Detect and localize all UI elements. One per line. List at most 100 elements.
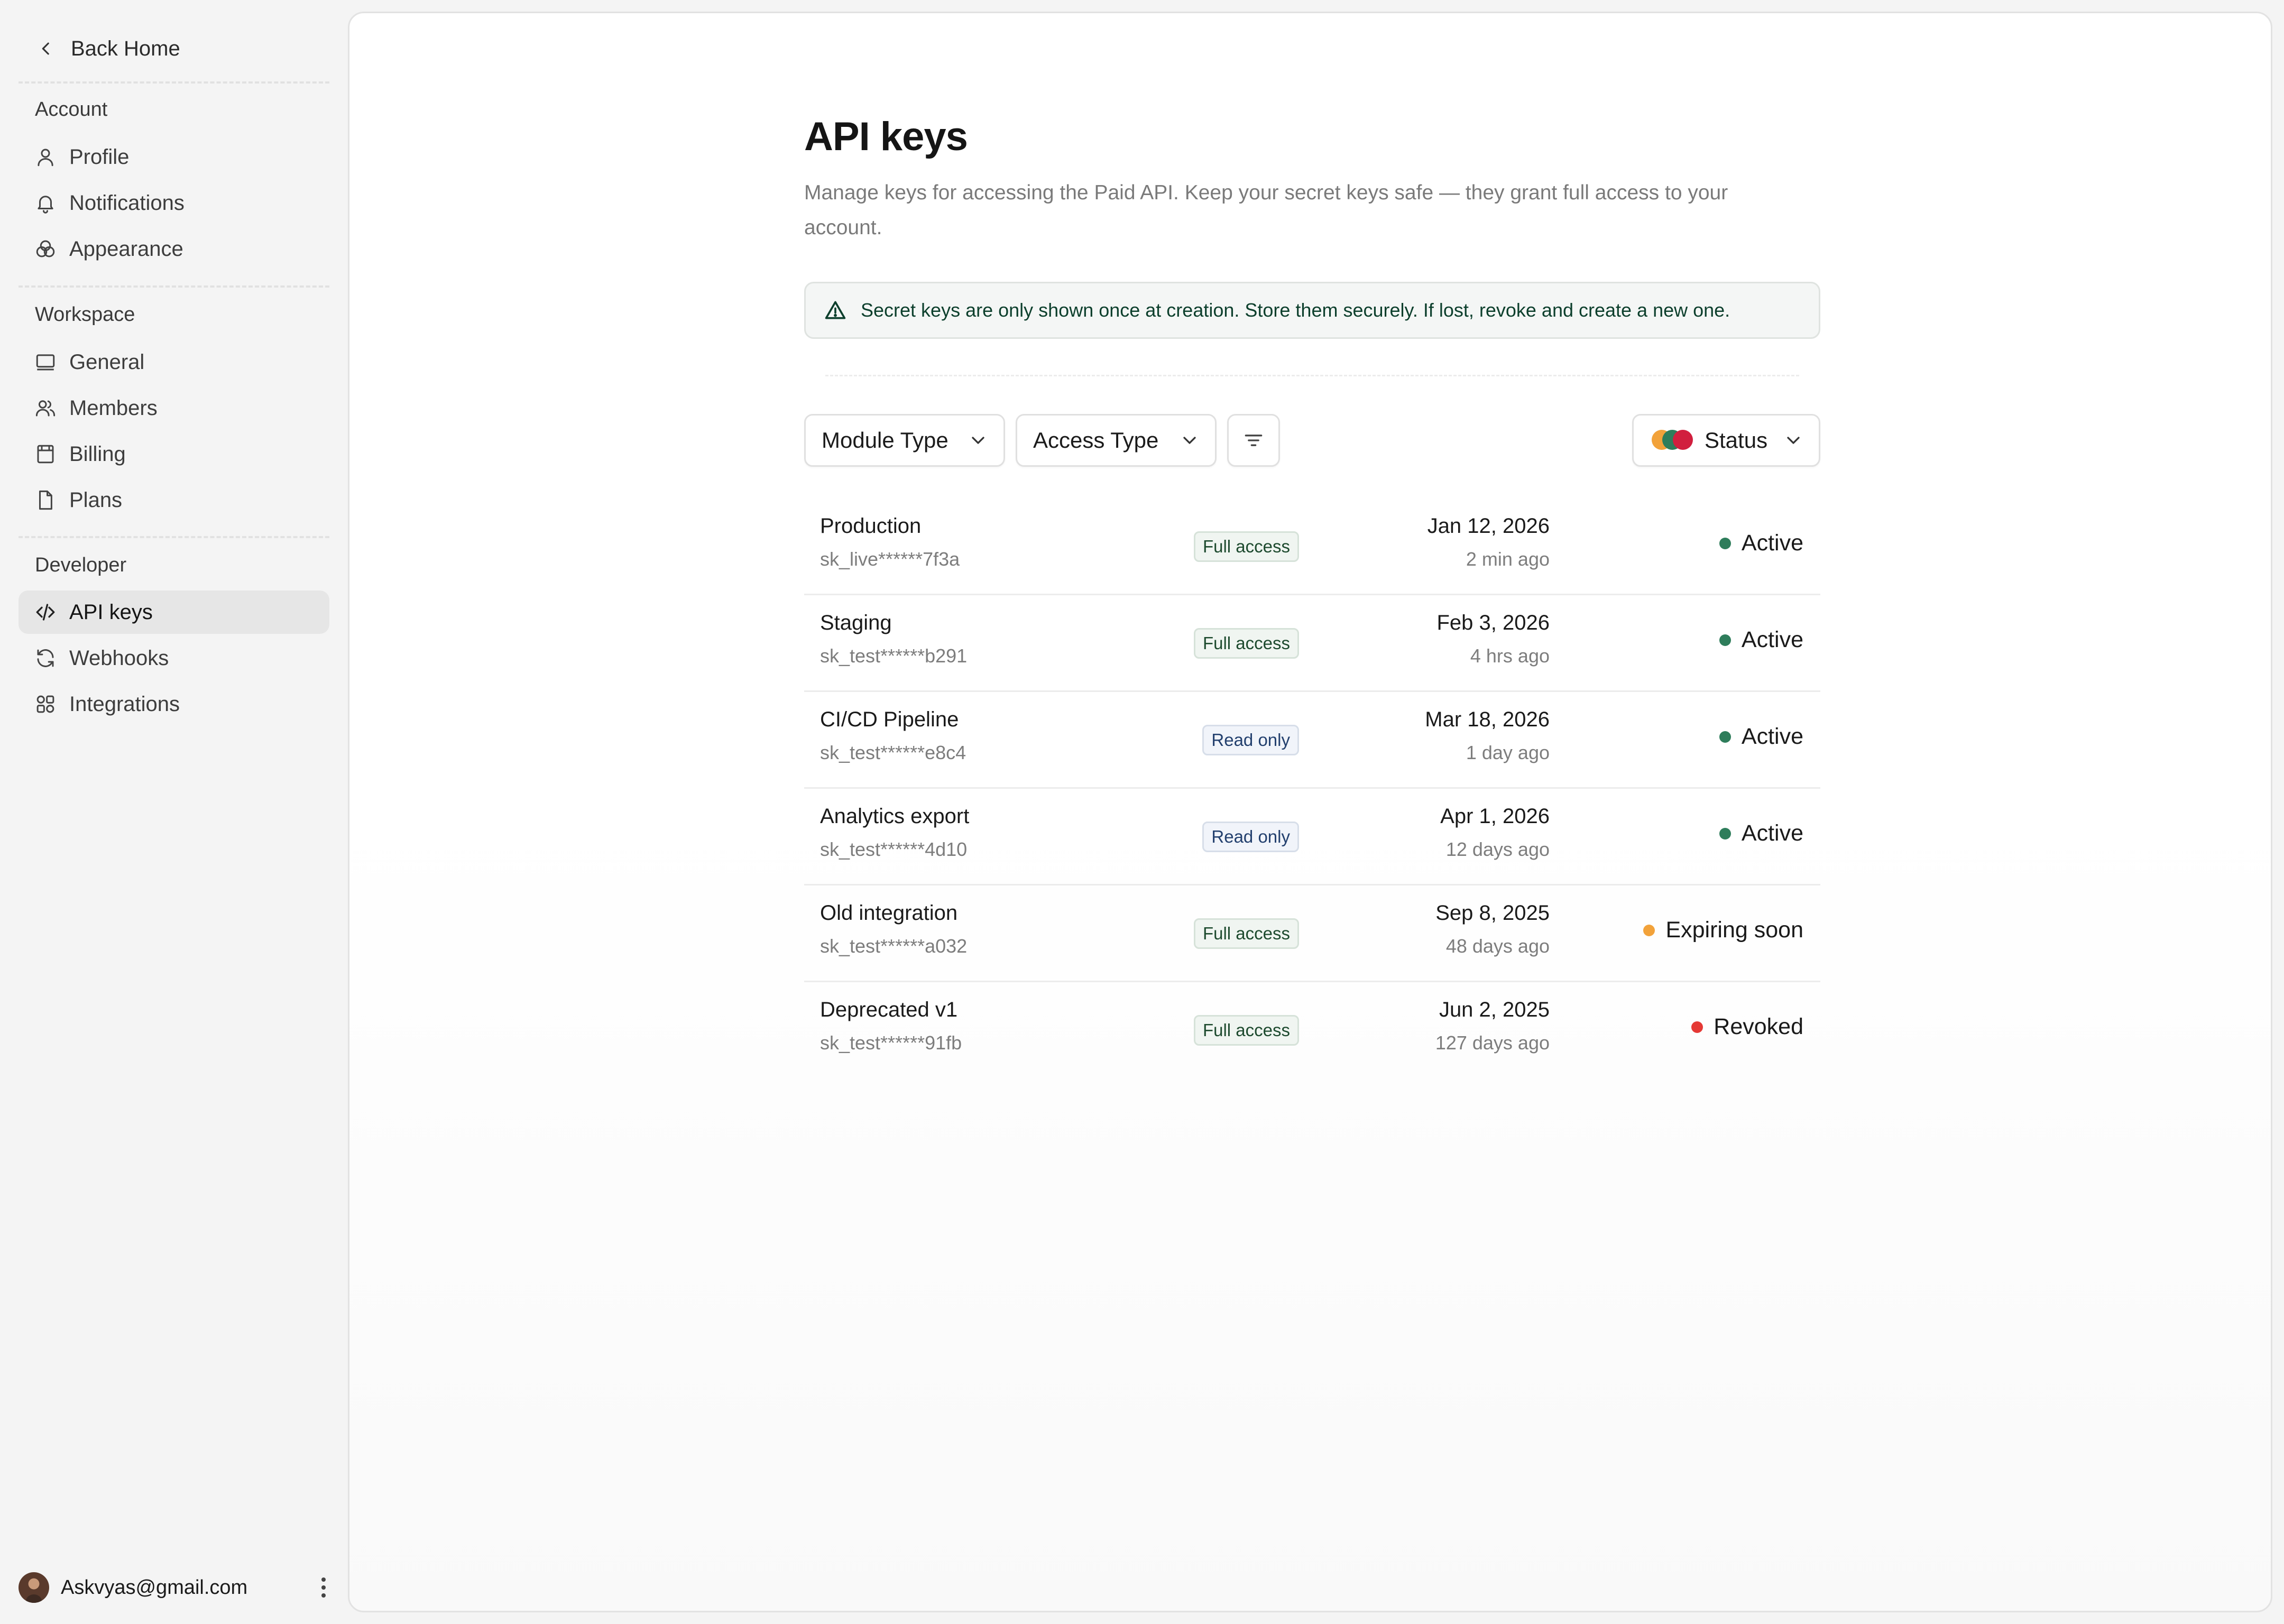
user-email: Askvyas@gmail.com bbox=[61, 1576, 248, 1599]
page-description: Manage keys for accessing the Paid API. … bbox=[804, 181, 1728, 239]
content-divider bbox=[825, 375, 1799, 376]
sidebar-item-label: Billing bbox=[69, 442, 126, 466]
table-row[interactable]: Production sk_live******7f3a Full access… bbox=[804, 499, 1820, 595]
grid-icon bbox=[36, 695, 54, 713]
status-label: Status bbox=[1705, 428, 1768, 453]
access-badge: Full access bbox=[1193, 1015, 1299, 1046]
status-dot-icon bbox=[1719, 537, 1731, 549]
sidebar-item-appearance[interactable]: Appearance bbox=[19, 227, 329, 271]
key-date: Feb 3, 2026 bbox=[1436, 611, 1550, 634]
sidebar-item-label: Notifications bbox=[69, 191, 185, 215]
status-text: Expiring soon bbox=[1665, 917, 1803, 943]
key-value: sk_test******a032 bbox=[820, 935, 968, 957]
status-colors-icon bbox=[1652, 430, 1694, 451]
table-row[interactable]: Old integration sk_test******a032 Full a… bbox=[804, 885, 1820, 982]
status-dot-icon bbox=[1719, 731, 1731, 743]
sidebar-item-profile[interactable]: Profile bbox=[19, 135, 329, 179]
key-last-used: 1 day ago bbox=[1466, 742, 1550, 763]
sidebar-item-integrations[interactable]: Integrations bbox=[19, 682, 329, 726]
sidebar-item-label: Members bbox=[69, 396, 158, 420]
sidebar-item-api-keys[interactable]: API keys bbox=[19, 590, 329, 634]
status-dot-icon bbox=[1719, 634, 1731, 646]
key-name: Old integration bbox=[820, 901, 958, 925]
table-row[interactable]: Staging sk_test******b291 Full access Fe… bbox=[804, 595, 1820, 692]
key-value: sk_live******7f3a bbox=[820, 548, 960, 570]
status-text: Active bbox=[1741, 530, 1803, 556]
sidebar-item-notifications[interactable]: Notifications bbox=[19, 181, 329, 225]
chevron-down-icon bbox=[1183, 437, 1196, 444]
module-type-dropdown[interactable]: Module Type bbox=[804, 414, 1005, 467]
key-value: sk_test******4d10 bbox=[820, 838, 968, 860]
security-alert: Secret keys are only shown once at creat… bbox=[804, 282, 1820, 339]
bell-icon bbox=[38, 196, 53, 214]
access-badge: Read only bbox=[1202, 822, 1299, 852]
sidebar-item-members[interactable]: Members bbox=[19, 386, 329, 430]
refresh-icon bbox=[37, 649, 54, 667]
section-label-workspace: Workspace bbox=[35, 303, 135, 326]
status-indicator: Active bbox=[1719, 627, 1803, 653]
sidebar-item-webhooks[interactable]: Webhooks bbox=[19, 636, 329, 680]
status-text: Revoked bbox=[1714, 1014, 1803, 1039]
module-type-label: Module Type bbox=[822, 428, 948, 453]
more-vertical-icon[interactable] bbox=[314, 1572, 333, 1603]
key-name: Staging bbox=[820, 611, 892, 634]
key-name: CI/CD Pipeline bbox=[820, 708, 959, 731]
sidebar-item-label: General bbox=[69, 350, 145, 374]
avatar[interactable] bbox=[19, 1572, 49, 1603]
status-text: Active bbox=[1741, 627, 1803, 652]
sidebar-divider bbox=[19, 81, 329, 84]
sidebar-item-plans[interactable]: Plans bbox=[19, 478, 329, 522]
key-date: Mar 18, 2026 bbox=[1425, 708, 1550, 731]
sidebar: Back Home Account Profile Notifications … bbox=[0, 0, 348, 1624]
status-dropdown[interactable]: Status bbox=[1632, 414, 1820, 467]
status-dot-icon bbox=[1643, 924, 1655, 936]
sidebar-item-label: API keys bbox=[69, 600, 153, 624]
status-indicator: Revoked bbox=[1691, 1014, 1803, 1040]
main-panel: API keys Manage keys for accessing the P… bbox=[348, 12, 2272, 1612]
table-row[interactable]: CI/CD Pipeline sk_test******e8c4 Read on… bbox=[804, 692, 1820, 789]
key-date: Jan 12, 2026 bbox=[1427, 514, 1550, 538]
key-date: Apr 1, 2026 bbox=[1440, 805, 1550, 828]
sidebar-divider bbox=[19, 536, 329, 538]
status-indicator: Active bbox=[1719, 530, 1803, 556]
sidebar-divider bbox=[19, 285, 329, 288]
sidebar-item-label: Appearance bbox=[69, 237, 183, 261]
key-value: sk_test******91fb bbox=[820, 1032, 962, 1054]
users-icon bbox=[35, 400, 56, 417]
section-label-account: Account bbox=[35, 98, 108, 121]
table-row[interactable]: Analytics export sk_test******4d10 Read … bbox=[804, 789, 1820, 885]
monitor-icon bbox=[36, 354, 55, 371]
back-home-button[interactable]: Back Home bbox=[19, 27, 328, 70]
status-text: Active bbox=[1741, 724, 1803, 749]
chevron-down-icon bbox=[972, 437, 984, 444]
table-row[interactable]: Deprecated v1 sk_test******91fb Full acc… bbox=[804, 982, 1820, 1079]
access-type-dropdown[interactable]: Access Type bbox=[1016, 414, 1217, 467]
access-badge: Read only bbox=[1202, 725, 1299, 755]
sidebar-item-label: Integrations bbox=[69, 692, 180, 716]
sidebar-item-general[interactable]: General bbox=[19, 340, 329, 384]
key-last-used: 2 min ago bbox=[1466, 548, 1550, 570]
alert-text: Secret keys are only shown once at creat… bbox=[861, 299, 1730, 321]
status-dot-icon bbox=[1691, 1021, 1703, 1033]
receipt-icon bbox=[37, 445, 54, 464]
filter-button[interactable] bbox=[1227, 414, 1280, 467]
status-indicator: Active bbox=[1719, 820, 1803, 846]
key-name: Production bbox=[820, 514, 922, 538]
key-value: sk_test******e8c4 bbox=[820, 742, 966, 763]
status-dot-icon bbox=[1719, 827, 1731, 839]
sidebar-item-billing[interactable]: Billing bbox=[19, 432, 329, 476]
key-date: Jun 2, 2025 bbox=[1439, 998, 1550, 1021]
code-icon bbox=[36, 604, 55, 621]
palette-icon bbox=[36, 240, 55, 257]
key-last-used: 4 hrs ago bbox=[1470, 645, 1550, 667]
key-date: Sep 8, 2025 bbox=[1435, 901, 1550, 925]
sidebar-item-label: Plans bbox=[69, 488, 123, 512]
status-indicator: Active bbox=[1719, 724, 1803, 750]
status-indicator: Expiring soon bbox=[1643, 917, 1803, 943]
key-name: Analytics export bbox=[820, 805, 970, 828]
user-icon bbox=[38, 149, 53, 167]
key-last-used: 127 days ago bbox=[1435, 1032, 1550, 1054]
access-badge: Full access bbox=[1193, 918, 1299, 949]
warning-icon bbox=[825, 301, 846, 319]
access-badge: Full access bbox=[1193, 628, 1299, 659]
